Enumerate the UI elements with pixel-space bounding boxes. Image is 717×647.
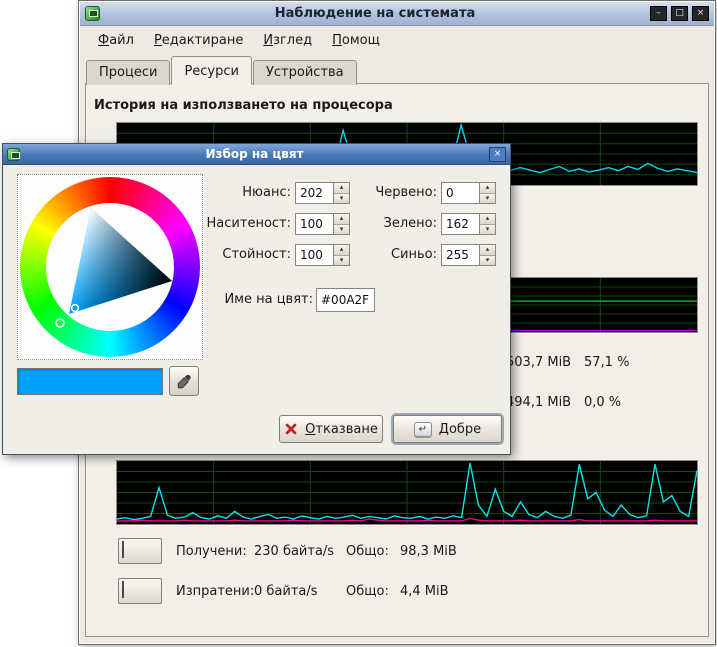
- cancel-button[interactable]: Отказване: [279, 415, 383, 443]
- red-spin-buttons: ▴ ▾: [479, 183, 495, 203]
- red-spinner[interactable]: ▴ ▾: [441, 182, 496, 204]
- swap-percent: 0,0 %: [584, 395, 621, 410]
- close-button[interactable]: ×: [692, 6, 709, 21]
- value-spinner[interactable]: ▴ ▾: [295, 244, 350, 266]
- chevron-down-icon[interactable]: ▾: [480, 224, 495, 235]
- menu-view[interactable]: Изглед: [254, 29, 321, 52]
- value-spin-buttons: ▴ ▾: [333, 245, 349, 265]
- saturation-spinner[interactable]: ▴ ▾: [295, 213, 350, 235]
- hue-spinner[interactable]: ▴ ▾: [295, 182, 350, 204]
- titlebar[interactable]: Наблюдение на системата – □ ×: [80, 2, 714, 26]
- color-wheel[interactable]: [17, 174, 203, 360]
- received-color-button[interactable]: [118, 538, 162, 564]
- ok-button-label: Добре: [439, 422, 481, 437]
- received-total-label: Общо:: [346, 544, 400, 559]
- memory-percent: 57,1 %: [584, 355, 629, 370]
- tab-processes[interactable]: Процеси: [86, 60, 170, 85]
- enter-key-icon: ↵: [414, 422, 432, 437]
- blue-input[interactable]: [442, 245, 479, 265]
- chevron-down-icon[interactable]: ▾: [480, 193, 495, 204]
- tabstrip: Процеси Ресурси Устройства: [86, 56, 358, 84]
- memory-value: 503,7 MiB: [506, 355, 584, 370]
- value-input[interactable]: [296, 245, 333, 265]
- received-total-value: 98,3 MiB: [400, 544, 457, 559]
- saturation-input[interactable]: [296, 214, 333, 234]
- green-spin-buttons: ▴ ▾: [479, 214, 495, 234]
- minimize-button[interactable]: –: [650, 6, 667, 21]
- system-monitor-icon: [85, 6, 100, 21]
- maximize-button[interactable]: □: [671, 6, 688, 21]
- network-history-chart: [116, 460, 698, 525]
- menu-file[interactable]: Файл: [89, 29, 143, 52]
- blue-spin-buttons: ▴ ▾: [479, 245, 495, 265]
- sent-total-value: 4,4 MiB: [400, 584, 449, 599]
- chevron-down-icon[interactable]: ▾: [334, 255, 349, 266]
- menu-edit[interactable]: Редактиране: [145, 29, 252, 52]
- swap-value: 494,1 MiB: [506, 395, 584, 410]
- saturation-spin-buttons: ▴ ▾: [333, 214, 349, 234]
- network-sent-row: Изпратени: 0 байта/s Общо: 4,4 MiB: [118, 578, 449, 604]
- menu-help[interactable]: Помощ: [323, 29, 389, 52]
- chevron-down-icon[interactable]: ▾: [334, 224, 349, 235]
- blue-label: Синьо:: [357, 247, 437, 262]
- hue-input[interactable]: [296, 183, 333, 203]
- color-picker-dialog: Избор на цвят × Нюанс: ▴ ▾: [2, 143, 511, 455]
- chevron-up-icon[interactable]: ▴: [334, 214, 349, 224]
- saturation-value-triangle[interactable]: [18, 175, 204, 361]
- dialog-close-button[interactable]: ×: [489, 147, 506, 162]
- tab-devices[interactable]: Устройства: [253, 60, 357, 85]
- value-label: Стойност:: [201, 247, 291, 262]
- eyedropper-button[interactable]: [169, 366, 199, 396]
- dialog-app-icon: [7, 148, 20, 161]
- hue-label: Нюанс:: [201, 185, 291, 200]
- green-label: Зелено:: [357, 216, 437, 231]
- blue-spinner[interactable]: ▴ ▾: [441, 244, 496, 266]
- dialog-titlebar[interactable]: Избор на цвят ×: [3, 144, 510, 165]
- red-x-icon: [284, 422, 298, 436]
- tab-resources[interactable]: Ресурси: [171, 56, 252, 85]
- red-label: Червено:: [357, 185, 437, 200]
- saturation-label: Наситеност:: [201, 216, 291, 231]
- ok-button[interactable]: ↵ Добре: [393, 415, 502, 443]
- green-input[interactable]: [442, 214, 479, 234]
- cpu-history-heading: История на използването на процесора: [94, 98, 393, 113]
- received-label: Получени:: [176, 544, 254, 559]
- chevron-up-icon[interactable]: ▴: [480, 214, 495, 224]
- received-rate: 230 байта/s: [254, 544, 346, 559]
- hue-spin-buttons: ▴ ▾: [333, 183, 349, 203]
- red-input[interactable]: [442, 183, 479, 203]
- chevron-up-icon[interactable]: ▴: [480, 245, 495, 255]
- sent-total-label: Общо:: [346, 584, 400, 599]
- network-received-row: Получени: 230 байта/s Общо: 98,3 MiB: [118, 538, 457, 564]
- window-title: Наблюдение на системата: [104, 6, 646, 21]
- chevron-down-icon[interactable]: ▾: [334, 193, 349, 204]
- color-name-input[interactable]: [316, 288, 375, 312]
- cancel-button-label: Отказване: [305, 422, 378, 437]
- sent-label: Изпратени:: [176, 584, 254, 599]
- hue-ring-marker[interactable]: [56, 319, 64, 327]
- swap-usage-row: 494,1 MiB 0,0 %: [506, 395, 621, 410]
- chevron-up-icon[interactable]: ▴: [334, 245, 349, 255]
- sent-color-button[interactable]: [118, 578, 162, 604]
- color-preview: [17, 368, 163, 395]
- received-color-swatch: [122, 541, 124, 558]
- chevron-up-icon[interactable]: ▴: [334, 183, 349, 193]
- triangle-black-gradient: [69, 208, 172, 314]
- eyedropper-icon: [176, 373, 193, 390]
- color-name-label: Име на цвят:: [203, 292, 313, 307]
- green-spinner[interactable]: ▴ ▾: [441, 213, 496, 235]
- memory-usage-row: 503,7 MiB 57,1 %: [506, 355, 629, 370]
- chevron-up-icon[interactable]: ▴: [480, 183, 495, 193]
- sent-color-swatch: [122, 581, 124, 598]
- chevron-down-icon[interactable]: ▾: [480, 255, 495, 266]
- sent-rate: 0 байта/s: [254, 584, 346, 599]
- dialog-title: Избор на цвят: [24, 147, 485, 161]
- menubar: Файл Редактиране Изглед Помощ: [81, 27, 713, 54]
